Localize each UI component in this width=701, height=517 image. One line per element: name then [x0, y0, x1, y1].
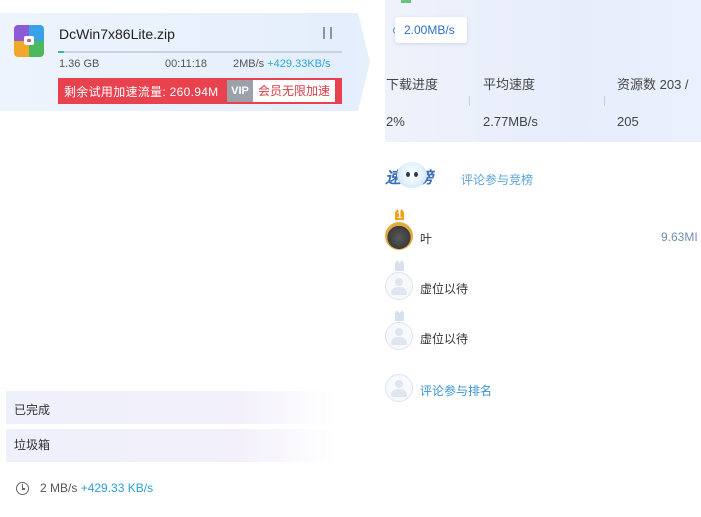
ranking-subtitle[interactable]: 评论参与竞榜	[461, 171, 533, 188]
crown-placeholder-icon	[390, 310, 408, 322]
stat-divider	[604, 96, 605, 106]
avatar[interactable]	[385, 222, 413, 250]
total-speed: 2 MB/s +429.33 KB/s	[40, 481, 153, 495]
rank-number: 1	[396, 210, 402, 220]
trial-remaining-text: 剩余试用加速流量: 260.94M	[64, 85, 219, 99]
stat-divider	[469, 96, 470, 106]
selected-indicator	[358, 13, 370, 111]
file-name: DcWin7x86Lite.zip	[59, 26, 175, 42]
winrar-archive-icon	[14, 25, 44, 57]
rank-user-name: 叶	[420, 232, 433, 246]
chart-accent	[401, 0, 411, 3]
crown-placeholder-icon	[390, 260, 408, 272]
nav-item-completed[interactable]	[6, 391, 336, 424]
mascot-icon	[397, 162, 427, 188]
avatar-placeholder	[385, 272, 413, 300]
progress-bar	[58, 51, 64, 53]
rank-user-speed: 9.63MI	[661, 230, 698, 244]
vip-badge: VIP	[227, 80, 253, 102]
join-ranking-link[interactable]: 评论参与排名	[420, 382, 492, 399]
total-speed-value: 2 MB/s	[40, 481, 78, 495]
nav-trash-label: 垃圾箱	[14, 438, 51, 452]
crown-gold-icon: 1	[390, 209, 408, 221]
clock-icon	[16, 482, 29, 495]
vip-unlimited-boost-button[interactable]: 会员无限加速	[253, 80, 335, 102]
download-speed: 2MB/s +429.33KB/s	[233, 58, 331, 70]
nav-completed-label: 已完成	[14, 403, 51, 417]
avg-speed-value: 2.77MB/s	[483, 114, 538, 129]
boost-speed: +429.33KB/s	[267, 58, 331, 70]
speed-tooltip-text: 2.00MB/s	[404, 23, 455, 37]
avatar-placeholder	[385, 322, 413, 350]
speed-value: 2MB/s	[233, 58, 265, 70]
avg-speed-label: 平均速度	[483, 77, 536, 92]
file-size: 1.36 GB	[59, 58, 100, 70]
progress-track	[58, 51, 342, 53]
elapsed-time: 00:11:18	[165, 58, 208, 70]
progress-label: 下载进度	[386, 77, 439, 92]
progress-value: 2%	[386, 114, 405, 129]
resources-label: 资源数 203 /	[617, 77, 689, 92]
total-boost-value: +429.33 KB/s	[80, 481, 154, 495]
pause-icon[interactable]	[323, 27, 333, 39]
nav-item-trash[interactable]	[6, 429, 336, 462]
rank-placeholder-name: 虚位以待	[420, 332, 469, 346]
resources-value: 205	[617, 114, 639, 129]
avatar-placeholder	[385, 374, 413, 402]
rank-placeholder-name: 虚位以待	[420, 282, 469, 296]
